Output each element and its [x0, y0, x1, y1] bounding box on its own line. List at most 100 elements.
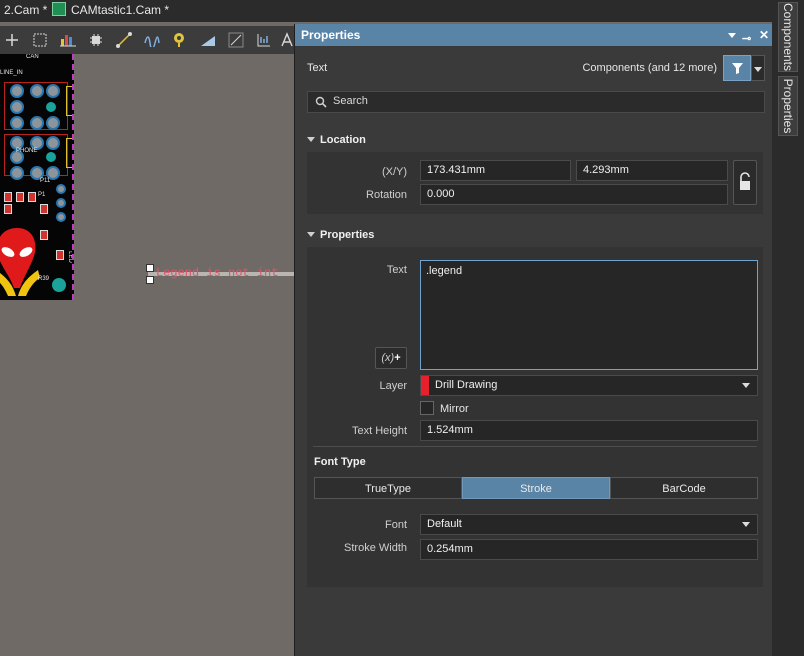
chip-icon[interactable] [86, 30, 106, 50]
location-section-header[interactable]: Location [307, 134, 366, 146]
document-tab-label: CAMtastic1.Cam * [71, 3, 170, 17]
text-height-label: Text Height [351, 425, 407, 437]
side-tab-label: Components [781, 2, 795, 72]
font-label: Font [384, 519, 407, 531]
pad [10, 166, 24, 180]
document-tab-cam2[interactable]: 2.Cam * [4, 0, 47, 22]
segment-label: BarCode [662, 483, 706, 495]
chevron-down-icon [742, 522, 750, 527]
section-title: Location [320, 134, 366, 146]
smd-component [4, 204, 12, 214]
selected-legend-text[interactable]: Legend is not int [146, 264, 294, 284]
properties-side-tab[interactable]: Properties [778, 76, 798, 136]
properties-panel: Properties ⊸ ✕ Text Components (and 12 m… [294, 24, 773, 656]
expression-label: (x) [381, 352, 395, 364]
rotation-field[interactable]: 0.000 [420, 184, 728, 205]
components-side-tab[interactable]: Components [778, 2, 798, 72]
x-field[interactable]: 173.431mm [420, 160, 571, 181]
properties-section-header[interactable]: Properties [307, 229, 374, 241]
section-title: Properties [320, 229, 375, 241]
route-icon[interactable] [114, 30, 134, 50]
pad [10, 84, 24, 98]
layer-select[interactable]: Drill Drawing [420, 375, 758, 396]
search-icon [315, 96, 327, 108]
y-field[interactable]: 4.293mm [576, 160, 728, 181]
text-height-field[interactable]: 1.524mm [420, 420, 758, 441]
font-type-segmented: TrueType Stroke BarCode [314, 477, 758, 499]
crosshair-icon[interactable] [2, 30, 22, 50]
smd-component [16, 192, 24, 202]
collapse-triangle-icon [307, 137, 315, 142]
place-pad-icon[interactable] [170, 30, 190, 50]
insert-expression-button[interactable]: (x)+ [375, 347, 407, 369]
silk-label: LINE_IN [0, 70, 23, 76]
divider [313, 446, 757, 447]
panel-title: Properties [301, 28, 361, 42]
text-icon[interactable] [280, 30, 294, 50]
bar-chart-icon[interactable] [58, 30, 78, 50]
panel-menu-icon[interactable] [728, 33, 736, 38]
filter-dropdown-button[interactable] [751, 55, 765, 81]
alien-logo [0, 226, 40, 298]
search-box[interactable]: Search [307, 91, 765, 113]
lock-icon [740, 172, 750, 190]
font-value: Default [427, 518, 462, 530]
font-type-label: Font Type [314, 456, 366, 468]
filter-summary: Components (and 12 more) [582, 62, 717, 74]
selection-handle[interactable] [146, 276, 154, 284]
segment-label: Stroke [520, 483, 552, 495]
pcb-canvas[interactable]: CAN LINE_IN PHONE P11 P1 R39 LED Legend … [0, 54, 294, 656]
object-kind: Text [307, 62, 328, 74]
connector-outline [66, 86, 72, 116]
pad [46, 136, 60, 150]
panel-header: Properties ⊸ ✕ [295, 24, 773, 46]
text-value-area[interactable]: .legend [420, 260, 758, 370]
select-rect-icon[interactable] [30, 30, 50, 50]
legend-text: Legend is not int [156, 266, 279, 280]
font-type-stroke[interactable]: Stroke [462, 477, 610, 499]
slope-icon[interactable] [198, 30, 218, 50]
selection-handle[interactable] [146, 264, 154, 272]
collapse-triangle-icon [307, 232, 315, 237]
text-value: .legend [426, 265, 463, 277]
chevron-down-icon [754, 67, 762, 72]
chevron-down-icon [742, 383, 750, 388]
pin-icon[interactable]: ⊸ [742, 28, 751, 50]
wave-icon[interactable] [142, 30, 162, 50]
xy-label: (X/Y) [381, 166, 407, 178]
smd-component [28, 192, 36, 202]
pcb-board: CAN LINE_IN PHONE P11 P1 R39 LED [0, 54, 74, 300]
document-tab-label: 2.Cam * [4, 3, 48, 17]
font-type-truetype[interactable]: TrueType [314, 477, 462, 499]
document-tab-camtastic1[interactable]: CAMtastic1.Cam * [52, 0, 169, 22]
smd-component [40, 230, 48, 240]
layer-value: Drill Drawing [435, 379, 498, 391]
stroke-width-field[interactable]: 0.254mm [420, 539, 758, 560]
smd-component [56, 250, 64, 260]
mirror-checkbox[interactable] [420, 401, 434, 415]
line-icon[interactable] [226, 30, 246, 50]
pad [46, 102, 56, 112]
close-icon[interactable]: ✕ [759, 24, 769, 46]
dimension-icon[interactable] [254, 30, 274, 50]
pad [46, 84, 60, 98]
font-type-barcode[interactable]: BarCode [610, 477, 758, 499]
toolbar [0, 26, 294, 55]
silk-label: P11 [40, 178, 51, 184]
via [56, 184, 66, 194]
silk-label: P1 [38, 192, 46, 198]
lock-button[interactable] [733, 160, 757, 205]
via [56, 212, 66, 222]
pad [46, 152, 56, 162]
filter-button[interactable] [723, 55, 751, 81]
pad [10, 116, 24, 130]
cam-document-icon [52, 2, 66, 16]
document-tab-strip: 2.Cam * CAMtastic1.Cam * [0, 0, 804, 22]
mirror-label: Mirror [440, 403, 469, 415]
smd-component [40, 204, 48, 214]
layer-color-swatch [421, 376, 429, 395]
rotation-label: Rotation [366, 189, 407, 201]
font-select[interactable]: Default [420, 514, 758, 535]
side-tab-label: Properties [781, 78, 795, 134]
pad [46, 116, 60, 130]
